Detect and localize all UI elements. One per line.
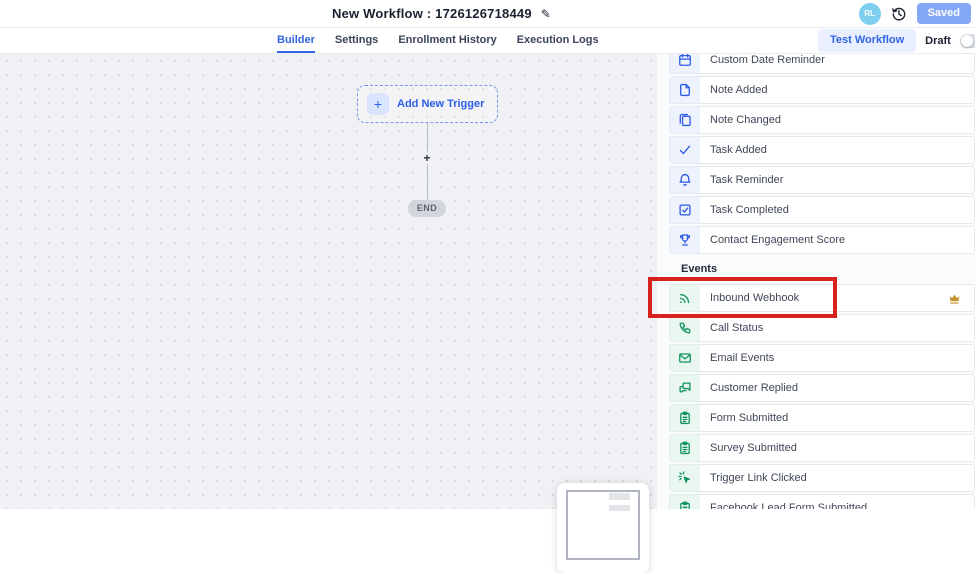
workflow-canvas[interactable]: + Add New Trigger + END [0,54,656,509]
trigger-item-custom-date-reminder[interactable]: Custom Date Reminder [669,54,975,74]
bell-icon [670,167,700,193]
trigger-item-task-added[interactable]: Task Added [669,136,975,164]
trigger-item-task-completed[interactable]: Task Completed [669,196,975,224]
trigger-item-label: Task Added [710,144,767,156]
add-step-plus-icon[interactable]: + [422,152,431,164]
trigger-item-task-reminder[interactable]: Task Reminder [669,166,975,194]
trigger-item-label: Note Added [710,84,768,96]
trophy-icon [670,227,700,253]
draft-publish-toggle[interactable] [960,34,975,48]
trigger-item-inbound-webhook[interactable]: Inbound Webhook [669,284,975,312]
trigger-item-label: Note Changed [710,114,781,126]
trigger-item-survey-submitted[interactable]: Survey Submitted [669,434,975,462]
draft-label: Draft [925,35,951,47]
trigger-item-email-events[interactable]: Email Events [669,344,975,372]
email-icon [670,345,700,371]
minimap-node-bar [609,493,630,500]
trigger-item-label: Form Submitted [710,412,788,424]
trigger-item-customer-replied[interactable]: Customer Replied [669,374,975,402]
webhook-icon [670,285,700,311]
trigger-item-facebook-lead-form-submitted[interactable]: Facebook Lead Form Submitted [669,494,975,509]
avatar[interactable]: RL [859,3,881,25]
task-completed-icon [670,197,700,223]
clipboard-icon [670,405,700,431]
app-header: New Workflow : 1726126718449 ✎ RL Saved [0,0,975,28]
test-workflow-button[interactable]: Test Workflow [818,29,916,52]
trigger-item-label: Email Events [710,352,774,364]
saved-button[interactable]: Saved [917,3,971,24]
tab-settings[interactable]: Settings [335,28,378,53]
plus-icon: + [367,93,389,115]
tab-builder[interactable]: Builder [277,28,315,53]
toggle-knob [961,35,973,47]
note-icon [670,77,700,103]
tabs: Builder Settings Enrollment History Executi… [277,28,599,53]
sidebar-group-header-events: Events [681,262,975,276]
tab-execution-logs[interactable]: Execution Logs [517,28,599,53]
check-icon [670,137,700,163]
add-new-trigger-button[interactable]: + Add New Trigger [357,85,498,123]
trigger-list: Custom Date Reminder Note Added Note Chang… [657,54,975,509]
clipboard-icon [670,435,700,461]
note-changed-icon [670,107,700,133]
clipboard-icon [670,495,700,509]
workflow-title-wrap: New Workflow : 1726126718449 ✎ [332,0,551,27]
cursor-click-icon [670,465,700,491]
minimap-node-bar [609,505,630,511]
trigger-item-label: Customer Replied [710,382,798,394]
pencil-icon[interactable]: ✎ [541,8,551,20]
crown-icon [948,292,961,305]
add-trigger-label: Add New Trigger [397,98,484,110]
minimap-panel[interactable] [557,483,649,573]
phone-icon [670,315,700,341]
end-node: END [408,200,446,217]
trigger-item-label: Call Status [710,322,763,334]
trigger-item-label: Inbound Webhook [710,292,799,304]
tab-enrollment-history[interactable]: Enrollment History [398,28,496,53]
trigger-item-label: Custom Date Reminder [710,54,825,66]
trigger-item-trigger-link-clicked[interactable]: Trigger Link Clicked [669,464,975,492]
trigger-item-call-status[interactable]: Call Status [669,314,975,342]
trigger-item-label: Survey Submitted [710,442,797,454]
minimap-viewport [566,490,640,560]
history-clock-icon[interactable] [891,6,907,22]
chat-icon [670,375,700,401]
trigger-item-label: Facebook Lead Form Submitted [710,502,867,509]
trigger-item-label: Task Reminder [710,174,783,186]
tab-bar: Builder Settings Enrollment History Executi… [0,28,975,54]
trigger-item-note-added[interactable]: Note Added [669,76,975,104]
header-actions: RL Saved [859,0,971,27]
triggers-sidebar: Custom Date Reminder Note Added Note Chang… [656,54,975,509]
trigger-item-note-changed[interactable]: Note Changed [669,106,975,134]
page-title: New Workflow : 1726126718449 [332,6,532,21]
calendar-icon [670,54,700,73]
tab-bar-controls: Test Workflow Draft Publish [818,28,975,53]
trigger-item-label: Contact Engagement Score [710,234,845,246]
trigger-item-form-submitted[interactable]: Form Submitted [669,404,975,432]
trigger-item-label: Task Completed [710,204,789,216]
trigger-item-label: Trigger Link Clicked [710,472,807,484]
trigger-item-contact-engagement-score[interactable]: Contact Engagement Score [669,226,975,254]
